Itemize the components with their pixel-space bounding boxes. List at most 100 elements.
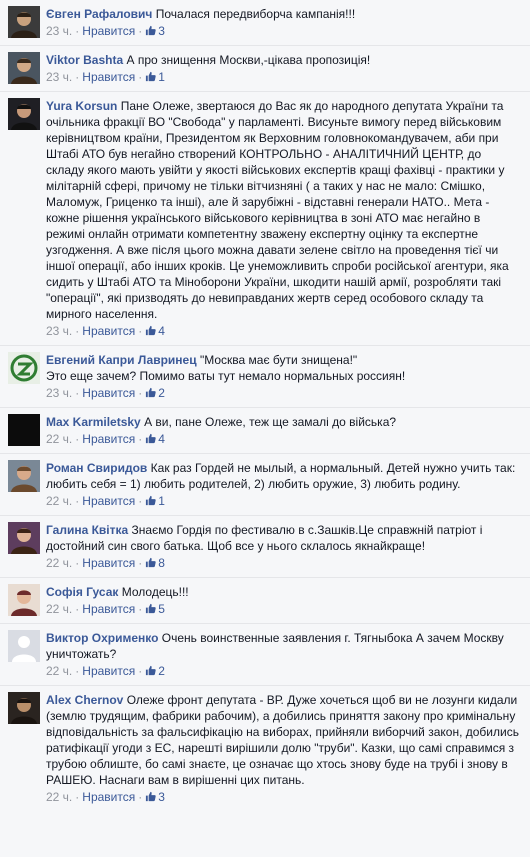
comment-timestamp[interactable]: 22 ч. bbox=[46, 432, 72, 446]
avatar[interactable] bbox=[8, 630, 40, 662]
like-link[interactable]: Нравится bbox=[82, 790, 135, 804]
thumbs-up-icon bbox=[145, 556, 158, 570]
avatar[interactable] bbox=[8, 6, 40, 38]
like-count[interactable]: 5 bbox=[145, 602, 165, 616]
separator-dot: · bbox=[138, 432, 143, 446]
thumbs-up-icon bbox=[145, 494, 158, 508]
comment-body: Евгений Капри Лавринец "Москва має бути … bbox=[46, 352, 522, 384]
separator-dot: · bbox=[138, 70, 143, 84]
like-link[interactable]: Нравится bbox=[82, 664, 135, 678]
like-count-value: 4 bbox=[158, 324, 165, 338]
separator-dot: · bbox=[75, 432, 80, 446]
like-link[interactable]: Нравится bbox=[82, 324, 135, 338]
thumbs-up-icon bbox=[145, 70, 158, 84]
comment-author-link[interactable]: Софія Гусак bbox=[46, 585, 118, 599]
thumbs-up-icon bbox=[145, 324, 158, 338]
comment-timestamp[interactable]: 23 ч. bbox=[46, 324, 72, 338]
like-count[interactable]: 2 bbox=[145, 664, 165, 678]
comment-author-link[interactable]: Viktor Bashta bbox=[46, 53, 123, 67]
comment-item: Євген Рафалович Почалася передвиборча ка… bbox=[0, 0, 530, 45]
like-count-value: 1 bbox=[158, 494, 165, 508]
like-count[interactable]: 4 bbox=[145, 324, 165, 338]
like-count-value: 3 bbox=[158, 24, 165, 38]
like-link[interactable]: Нравится bbox=[82, 602, 135, 616]
avatar[interactable] bbox=[8, 584, 40, 616]
separator-dot: · bbox=[75, 790, 80, 804]
comment-body: Софія Гусак Молодець!!! bbox=[46, 584, 522, 600]
comment-meta: 22 ч. · Нравится · 3 bbox=[46, 789, 522, 805]
separator-dot: · bbox=[75, 664, 80, 678]
comment-item: Роман Свиридов Как раз Гордей не мылый, … bbox=[0, 453, 530, 515]
like-count-value: 2 bbox=[158, 386, 165, 400]
comment-author-link[interactable]: Евгений Капри Лавринец bbox=[46, 353, 197, 367]
like-link[interactable]: Нравится bbox=[82, 432, 135, 446]
comment-meta: 22 ч. · Нравится · 4 bbox=[46, 431, 522, 447]
like-link[interactable]: Нравится bbox=[82, 556, 135, 570]
comment-meta: 23 ч. · Нравится · 4 bbox=[46, 323, 522, 339]
like-count[interactable]: 1 bbox=[145, 70, 165, 84]
like-count[interactable]: 3 bbox=[145, 24, 165, 38]
comment-timestamp[interactable]: 23 ч. bbox=[46, 70, 72, 84]
comment-meta: 22 ч. · Нравится · 2 bbox=[46, 663, 522, 679]
avatar[interactable] bbox=[8, 352, 40, 384]
separator-dot: · bbox=[138, 386, 143, 400]
like-count[interactable]: 4 bbox=[145, 432, 165, 446]
comment-item: Виктор Охрименко Очень воинственные заяв… bbox=[0, 623, 530, 685]
avatar[interactable] bbox=[8, 414, 40, 446]
comment-author-link[interactable]: Виктор Охрименко bbox=[46, 631, 158, 645]
avatar[interactable] bbox=[8, 522, 40, 554]
like-link[interactable]: Нравится bbox=[82, 386, 135, 400]
comment-timestamp[interactable]: 22 ч. bbox=[46, 790, 72, 804]
like-count-value: 1 bbox=[158, 70, 165, 84]
like-count[interactable]: 1 bbox=[145, 494, 165, 508]
like-count[interactable]: 3 bbox=[145, 790, 165, 804]
comment-timestamp[interactable]: 23 ч. bbox=[46, 24, 72, 38]
separator-dot: · bbox=[75, 324, 80, 338]
comment-author-link[interactable]: Галина Квітка bbox=[46, 523, 128, 537]
like-link[interactable]: Нравится bbox=[82, 70, 135, 84]
comment-author-link[interactable]: Євген Рафалович bbox=[46, 7, 152, 21]
separator-dot: · bbox=[75, 386, 80, 400]
thumbs-up-icon bbox=[145, 386, 158, 400]
comment-timestamp[interactable]: 23 ч. bbox=[46, 386, 72, 400]
comment-item: Alex Chernov Олеже фронт депутата - ВР. … bbox=[0, 685, 530, 811]
comment-body: Євген Рафалович Почалася передвиборча ка… bbox=[46, 6, 522, 22]
like-link[interactable]: Нравится bbox=[82, 24, 135, 38]
like-count-value: 3 bbox=[158, 790, 165, 804]
thumbs-up-icon bbox=[145, 24, 158, 38]
comment-text: Пане Олеже, звертаюся до Вас як до народ… bbox=[46, 99, 513, 321]
separator-dot: · bbox=[138, 602, 143, 616]
comment-author-link[interactable]: Yura Korsun bbox=[46, 99, 117, 113]
comment-author-link[interactable]: Max Karmiletsky bbox=[46, 415, 141, 429]
avatar[interactable] bbox=[8, 52, 40, 84]
comment-timestamp[interactable]: 22 ч. bbox=[46, 556, 72, 570]
comment-item: Yura Korsun Пане Олеже, звертаюся до Вас… bbox=[0, 91, 530, 345]
comment-author-link[interactable]: Роман Свиридов bbox=[46, 461, 147, 475]
avatar[interactable] bbox=[8, 98, 40, 130]
separator-dot: · bbox=[138, 24, 143, 38]
like-count[interactable]: 2 bbox=[145, 386, 165, 400]
avatar[interactable] bbox=[8, 460, 40, 492]
separator-dot: · bbox=[138, 556, 143, 570]
separator-dot: · bbox=[75, 24, 80, 38]
comment-timestamp[interactable]: 22 ч. bbox=[46, 664, 72, 678]
comment-timestamp[interactable]: 22 ч. bbox=[46, 602, 72, 616]
comment-author-link[interactable]: Alex Chernov bbox=[46, 693, 123, 707]
comment-item: Галина Квітка Знаємо Гордія по фестивалю… bbox=[0, 515, 530, 577]
comment-timestamp[interactable]: 22 ч. bbox=[46, 494, 72, 508]
comment-meta: 22 ч. · Нравится · 8 bbox=[46, 555, 522, 571]
comment-text: Олеже фронт депутата - ВР. Дуже хочеться… bbox=[46, 693, 523, 787]
comment-text: Почалася передвиборча кампанія!!! bbox=[155, 7, 356, 21]
separator-dot: · bbox=[138, 494, 143, 508]
separator-dot: · bbox=[138, 664, 143, 678]
comment-body: Max Karmiletsky А ви, пане Олеже, теж ще… bbox=[46, 414, 522, 430]
avatar[interactable] bbox=[8, 692, 40, 724]
comment-body: Галина Квітка Знаємо Гордія по фестивалю… bbox=[46, 522, 522, 554]
comment-meta: 23 ч. · Нравится · 1 bbox=[46, 69, 522, 85]
like-count[interactable]: 8 bbox=[145, 556, 165, 570]
comment-body: Viktor Bashta А про знищення Москви,-цік… bbox=[46, 52, 522, 68]
comment-text: А ви, пане Олеже, теж ще замалі до війсь… bbox=[144, 415, 397, 429]
separator-dot: · bbox=[75, 494, 80, 508]
like-link[interactable]: Нравится bbox=[82, 494, 135, 508]
comment-body: Виктор Охрименко Очень воинственные заяв… bbox=[46, 630, 522, 662]
